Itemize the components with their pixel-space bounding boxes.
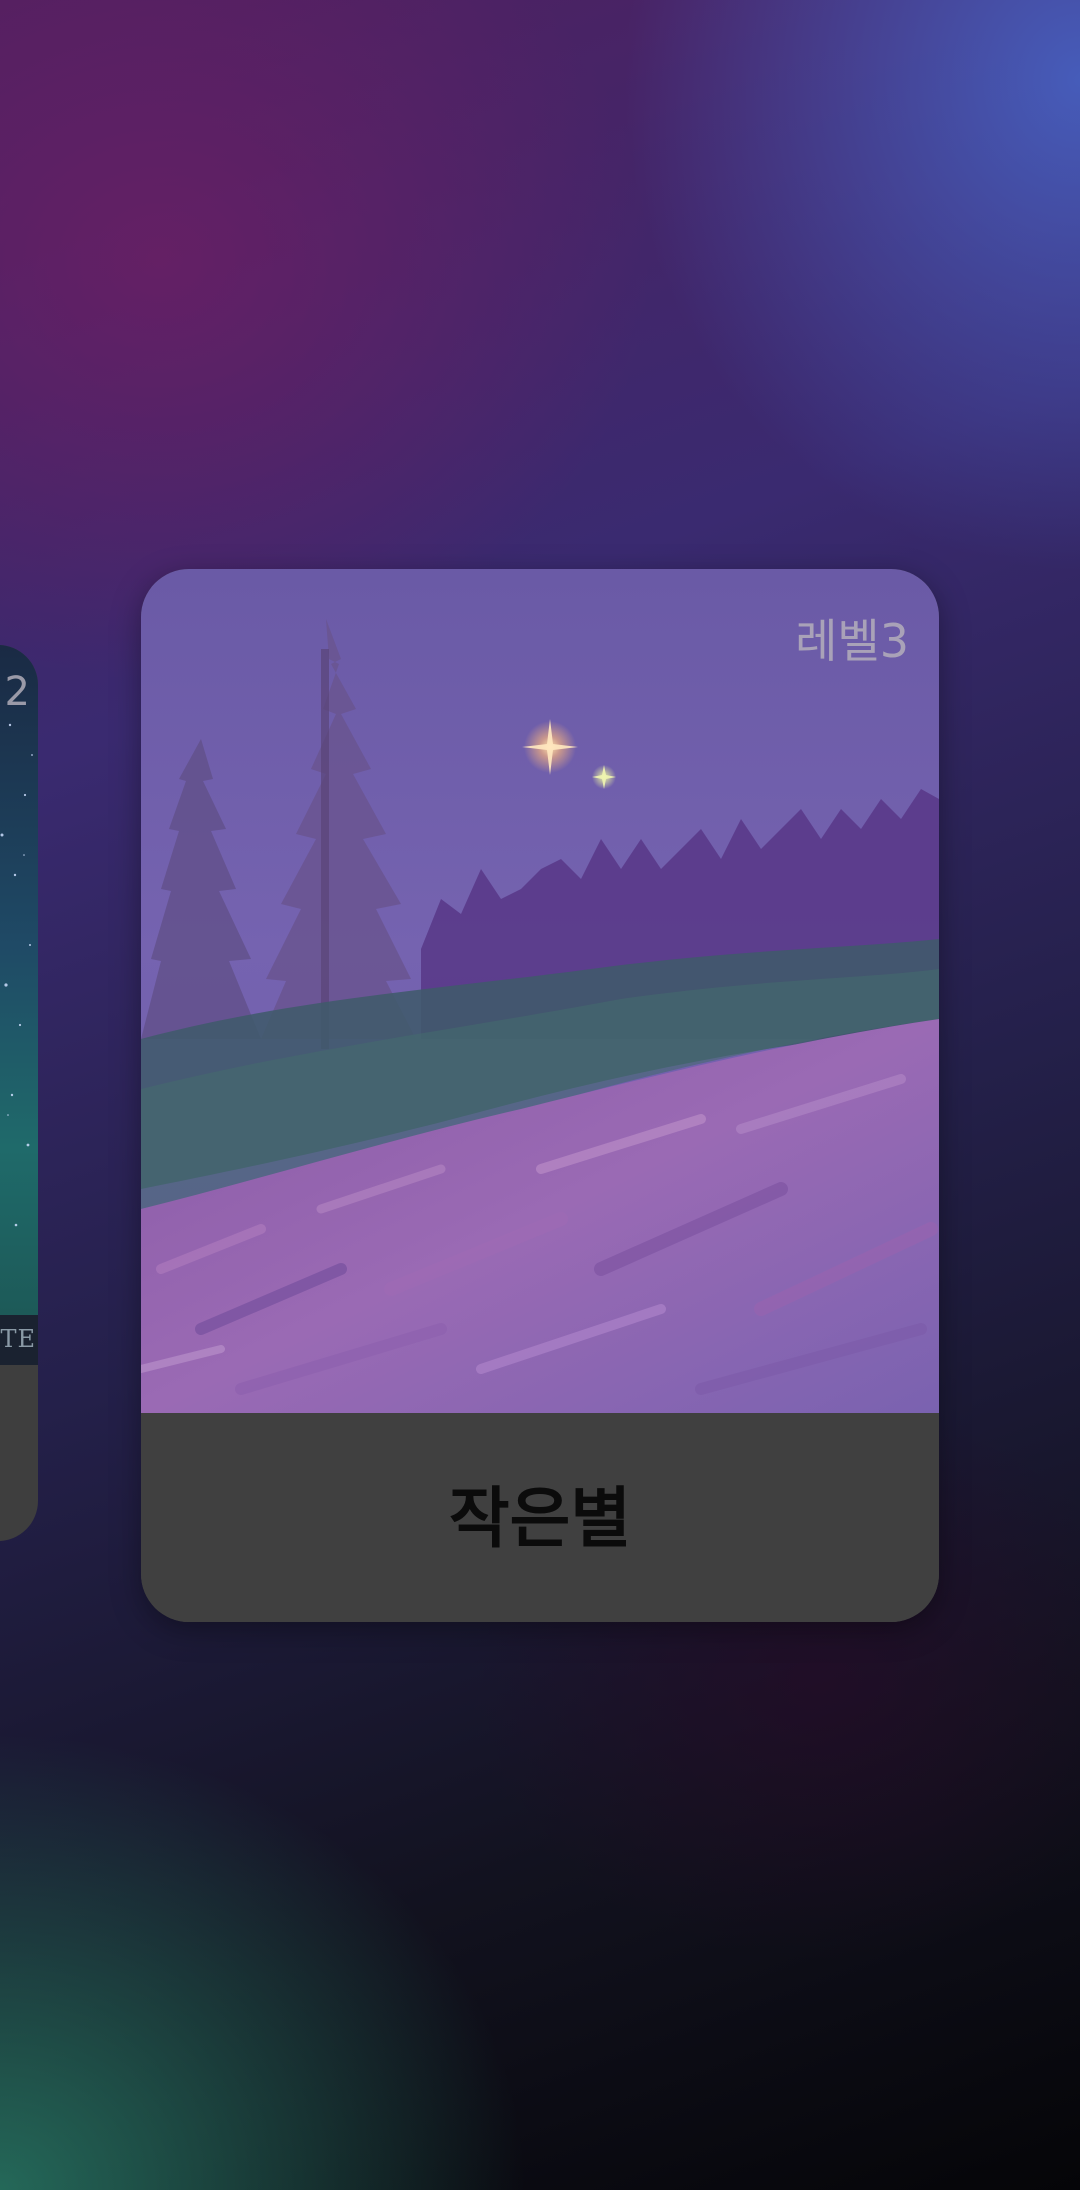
level-select-screen: TE 2 레벨3 작은별 <box>0 0 1080 2190</box>
previous-level-artwork <box>0 645 38 1315</box>
previous-level-card[interactable]: TE 2 <box>0 645 38 1541</box>
starfield-image <box>0 723 33 1227</box>
previous-level-strip-text: TE <box>0 1325 36 1353</box>
level-artwork-image <box>141 569 939 1413</box>
level-label: 레벨3 <box>795 614 909 668</box>
level-title: 작은별 <box>448 1479 632 1557</box>
previous-level-label: 2 <box>4 669 30 715</box>
level-card[interactable]: 레벨3 작은별 <box>141 569 939 1622</box>
previous-level-caption-strip: TE <box>0 1315 38 1365</box>
level-card-footer: 작은별 <box>141 1413 939 1622</box>
